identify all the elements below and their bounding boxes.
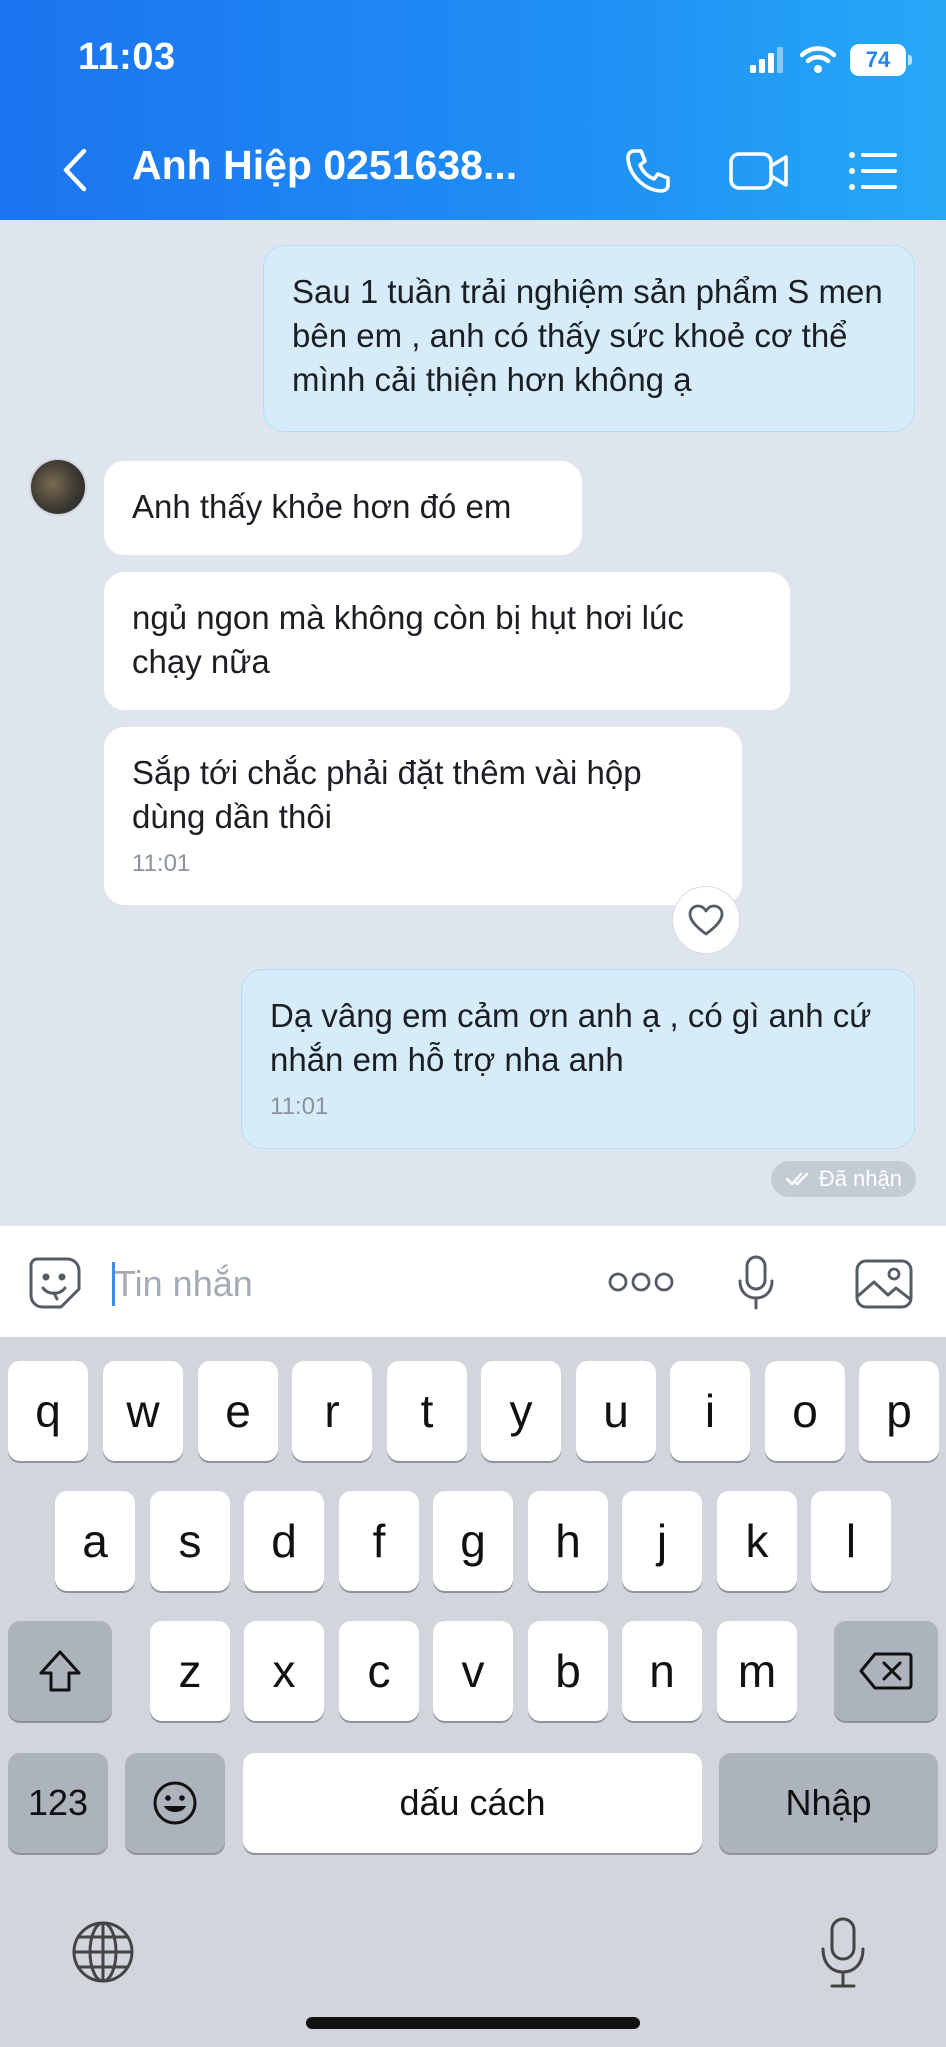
key-g[interactable]: g [433, 1491, 513, 1591]
microphone-icon [738, 1255, 774, 1310]
message-time: 11:01 [132, 850, 191, 877]
call-button[interactable] [613, 136, 683, 206]
key-j[interactable]: j [622, 1491, 702, 1591]
backspace-icon [859, 1652, 913, 1690]
status-time: 11:03 [78, 36, 176, 78]
wifi-icon [800, 46, 836, 73]
key-w[interactable]: w [103, 1361, 183, 1461]
keyboard: q w e r t y u i o p a s d f g h j k l z … [0, 1337, 946, 2047]
more-button[interactable] [606, 1262, 676, 1302]
emoji-icon [153, 1781, 197, 1825]
message-bubble-outgoing[interactable]: Sau 1 tuần trải nghiệm sản phẩm S men bê… [263, 245, 915, 432]
message-bubble-incoming[interactable]: Sắp tới chắc phải đặt thêm vài hộp dùng … [103, 726, 743, 906]
emoji-key[interactable] [125, 1753, 225, 1853]
battery-icon: 74 [850, 44, 912, 76]
home-indicator[interactable] [306, 2017, 640, 2029]
avatar[interactable] [29, 458, 87, 516]
phone-icon [626, 149, 670, 193]
signal-icon [750, 47, 783, 73]
more-icon [608, 1272, 674, 1292]
key-r[interactable]: r [292, 1361, 372, 1461]
menu-icon [849, 152, 897, 190]
status-text: Đã nhận [818, 1166, 902, 1191]
key-e[interactable]: e [198, 1361, 278, 1461]
key-k[interactable]: k [717, 1491, 797, 1591]
message-text: ngủ ngon mà không còn bị hụt hơi lúc chạ… [132, 599, 684, 680]
sticker-icon [29, 1257, 81, 1309]
message-bubble-incoming[interactable]: ngủ ngon mà không còn bị hụt hơi lúc chạ… [103, 571, 791, 711]
dictation-button[interactable] [815, 1913, 871, 1993]
battery-level: 74 [865, 47, 891, 72]
key-y[interactable]: y [481, 1361, 561, 1461]
message-text: Sắp tới chắc phải đặt thêm vài hộp dùng … [132, 754, 642, 835]
image-icon [855, 1259, 913, 1309]
key-n[interactable]: n [622, 1621, 702, 1721]
backspace-key[interactable] [834, 1621, 938, 1721]
nav-row: Anh Hiệp 0251638... [0, 130, 946, 210]
key-m[interactable]: m [717, 1621, 797, 1721]
react-button[interactable] [672, 886, 740, 954]
shift-icon [39, 1650, 81, 1692]
key-t[interactable]: t [387, 1361, 467, 1461]
voice-message-button[interactable] [734, 1254, 778, 1312]
key-q[interactable]: q [8, 1361, 88, 1461]
globe-button[interactable] [68, 1917, 138, 1987]
message-bubble-incoming[interactable]: Anh thấy khỏe hơn đó em [103, 460, 583, 556]
key-h[interactable]: h [528, 1491, 608, 1591]
double-check-icon [785, 1172, 809, 1186]
back-button[interactable] [50, 140, 100, 200]
message-bubble-outgoing[interactable]: Dạ vâng em cảm ơn anh ạ , có gì anh cứ n… [241, 969, 915, 1149]
status-badge: Đã nhận [770, 1161, 916, 1197]
sticker-button[interactable] [26, 1254, 84, 1312]
globe-icon [72, 1921, 134, 1983]
space-key[interactable]: dấu cách [243, 1753, 702, 1853]
key-p[interactable]: p [859, 1361, 939, 1461]
video-call-button[interactable] [725, 136, 795, 206]
key-c[interactable]: c [339, 1621, 419, 1721]
key-b[interactable]: b [528, 1621, 608, 1721]
message-time: 11:01 [270, 1093, 329, 1120]
key-a[interactable]: a [55, 1491, 135, 1591]
key-o[interactable]: o [765, 1361, 845, 1461]
numbers-key[interactable]: 123 [8, 1753, 108, 1853]
message-input[interactable]: Tin nhắn [114, 1262, 253, 1306]
key-l[interactable]: l [811, 1491, 891, 1591]
microphone-icon [821, 1917, 865, 1988]
key-f[interactable]: f [339, 1491, 419, 1591]
gallery-button[interactable] [853, 1256, 915, 1312]
key-s[interactable]: s [150, 1491, 230, 1591]
heart-icon [688, 904, 724, 936]
message-composer: Tin nhắn [0, 1225, 946, 1337]
key-d[interactable]: d [244, 1491, 324, 1591]
menu-button[interactable] [838, 136, 908, 206]
key-v[interactable]: v [433, 1621, 513, 1721]
status-icons: 74 [750, 42, 912, 78]
contact-name[interactable]: Anh Hiệp 0251638... [132, 142, 517, 189]
key-x[interactable]: x [244, 1621, 324, 1721]
video-call-icon [729, 152, 788, 190]
message-text: Sau 1 tuần trải nghiệm sản phẩm S men bê… [292, 273, 883, 398]
return-key[interactable]: Nhập [719, 1753, 938, 1853]
key-i[interactable]: i [670, 1361, 750, 1461]
chat-header: 11:03 74 Anh Hiệp 0251638... [0, 0, 946, 220]
back-icon [63, 148, 87, 192]
message-text: Dạ vâng em cảm ơn anh ạ , có gì anh cứ n… [270, 997, 872, 1078]
key-z[interactable]: z [150, 1621, 230, 1721]
key-u[interactable]: u [576, 1361, 656, 1461]
message-text: Anh thấy khỏe hơn đó em [132, 488, 512, 525]
message-list[interactable]: Sau 1 tuần trải nghiệm sản phẩm S men bê… [0, 220, 946, 1225]
shift-key[interactable] [8, 1621, 112, 1721]
